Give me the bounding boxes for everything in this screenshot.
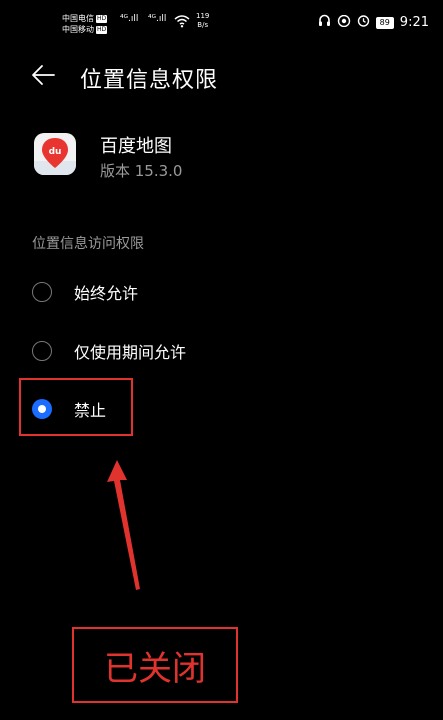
headset-icon [318, 14, 331, 31]
eye-icon [337, 14, 351, 31]
signal-icon: ⁴ᴳ.ıll [120, 14, 139, 24]
back-arrow-icon[interactable] [28, 60, 58, 90]
app-name: 百度地图 [100, 136, 172, 157]
network-speed: 119 B/s [196, 12, 210, 29]
wifi-icon [174, 13, 190, 32]
signal-icon: ⁴ᴳ.ıll [148, 14, 167, 24]
hd-badge: HD [96, 14, 108, 23]
app-version: 版本 15.3.0 [100, 162, 183, 180]
alarm-icon [357, 14, 370, 31]
annotation-arrow-icon [90, 450, 170, 600]
option-label: 始终允许 [74, 284, 139, 303]
page-title: 位置信息权限 [80, 68, 219, 93]
option-allow-while-using[interactable]: 仅使用期间允许 [32, 335, 186, 367]
radio-button[interactable] [32, 341, 52, 361]
battery-indicator: 89 [375, 16, 394, 29]
option-always-allow[interactable]: 始终允许 [32, 276, 138, 308]
hd-badge: HD [96, 25, 108, 34]
option-label: 仅使用期间允许 [74, 343, 187, 362]
clock: 9:21 [399, 15, 429, 30]
carrier-2: 中国移动 [62, 25, 94, 34]
carrier-1: 中国电信 [62, 14, 94, 23]
app-icon-text: du [49, 147, 62, 157]
radio-button[interactable] [32, 282, 52, 302]
baidu-map-app-icon: du [34, 133, 76, 175]
carrier-info: 中国电信 HD 中国移动 HD [62, 13, 108, 35]
highlight-box [19, 378, 133, 436]
section-title: 位置信息访问权限 [32, 236, 144, 252]
annotation-label: 已关闭 [104, 648, 206, 689]
status-right: 89 9:21 [318, 14, 429, 31]
